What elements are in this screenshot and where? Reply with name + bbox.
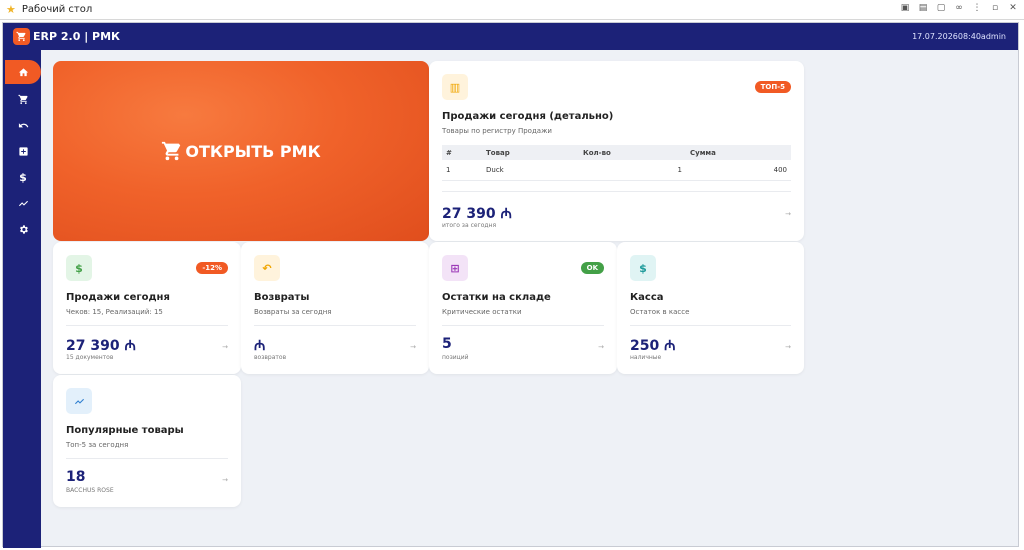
preview-icon[interactable]: ▢ (936, 3, 946, 13)
card-value: 27 390 ₼ (66, 338, 136, 354)
card-note: позиций (442, 354, 469, 361)
column-header: # (442, 145, 482, 160)
more-arrow-icon[interactable]: → (222, 343, 228, 351)
add-box-icon (18, 146, 28, 156)
divider (442, 191, 791, 192)
sidebar-item-home[interactable] (5, 60, 41, 84)
sales-table: # Товар Кол-во Сумма 1 Duck 1 400 (442, 145, 791, 181)
card-title: Продажи сегодня (66, 292, 170, 303)
undo-icon (18, 122, 28, 127)
print-icon[interactable]: ▤ (918, 3, 928, 13)
card-note: BACCHUS ROSE (66, 487, 114, 494)
card-value: 18 (66, 469, 86, 485)
card-subtitle: Топ-5 за сегодня (66, 441, 129, 449)
column-header: Кол-во (579, 145, 686, 160)
window-toolbar: ▣ ▤ ▢ ∞ ⋮ ▫ ✕ (900, 3, 1018, 13)
sidebar-item-add[interactable] (5, 139, 41, 163)
card-title: Продажи сегодня (детально) (442, 111, 614, 122)
row-number: 1 (442, 160, 482, 181)
sales-detail-card[interactable]: ▥ ТОП-5 Продажи сегодня (детально) Товар… (429, 61, 804, 241)
divider (66, 325, 228, 326)
more-arrow-icon[interactable]: → (785, 343, 791, 351)
app-frame: ERP 2.0 | РМК 17.07.202608:40admin $ ОТК… (2, 22, 1019, 548)
card-title: Остатки на складе (442, 292, 551, 303)
save-icon[interactable]: ▣ (900, 3, 910, 13)
row-qty: 1 (579, 160, 686, 181)
divider (442, 325, 604, 326)
app-header: ERP 2.0 | РМК 17.07.202608:40admin (3, 23, 1018, 50)
sidebar: $ (3, 50, 41, 548)
top5-badge: ТОП-5 (754, 81, 791, 93)
undo-icon: ↶ (254, 255, 280, 281)
more-arrow-icon[interactable]: → (410, 343, 416, 351)
more-arrow-icon[interactable]: → (598, 343, 604, 351)
card-value: 5 (442, 336, 452, 352)
cart-icon (17, 94, 28, 104)
card-value: 250 ₼ (630, 338, 676, 354)
card-subtitle: Чеков: 15, Реализаций: 15 (66, 308, 163, 316)
dollar-icon: $ (19, 170, 27, 184)
card-subtitle: Товары по регистру Продажи (442, 127, 552, 135)
card-note: наличные (630, 354, 662, 361)
card-subtitle: Остаток в кассе (630, 308, 690, 316)
column-header: Сумма (686, 145, 791, 160)
window-title-bar: ★ Рабочий стол ▣ ▤ ▢ ∞ ⋮ ▫ ✕ (0, 0, 1024, 20)
table-row[interactable]: 1 Duck 1 400 (442, 160, 791, 181)
restore-icon[interactable]: ▫ (990, 3, 1000, 13)
card-value: ₼ (254, 338, 266, 354)
card-note: 15 документов (66, 354, 114, 361)
cart-icon (162, 141, 181, 161)
row-item: Duck (482, 160, 579, 181)
column-header: Товар (482, 145, 579, 160)
sidebar-item-analytics[interactable] (5, 191, 41, 215)
more-arrow-icon[interactable]: → (785, 210, 791, 218)
more-arrow-icon[interactable]: → (222, 476, 228, 484)
app-title: ERP 2.0 | РМК (33, 30, 121, 43)
gear-icon (19, 224, 28, 234)
link-icon[interactable]: ∞ (954, 3, 964, 13)
row-sum: 400 (686, 160, 791, 181)
close-icon[interactable]: ✕ (1008, 3, 1018, 13)
user-info[interactable]: 17.07.202608:40admin (912, 32, 1006, 41)
status-badge: OK (580, 262, 604, 274)
card-title: Возвраты (254, 292, 310, 303)
change-badge: -12% (196, 262, 228, 274)
trend-icon (66, 388, 92, 414)
popular-products-card[interactable]: Популярные товары Топ-5 за сегодня 18 BA… (53, 375, 241, 507)
dollar-icon: $ (630, 255, 656, 281)
favorite-star-icon[interactable]: ★ (6, 3, 16, 16)
trend-icon (18, 200, 28, 206)
sidebar-item-returns[interactable] (5, 113, 41, 137)
sidebar-item-settings[interactable] (5, 217, 41, 241)
add-box-icon: ⊞ (442, 255, 468, 281)
dollar-icon: $ (66, 255, 92, 281)
divider (254, 325, 416, 326)
cash-card[interactable]: $ Касса Остаток в кассе 250 ₼ наличные → (617, 242, 804, 374)
returns-card[interactable]: ↶ Возвраты Возвраты за сегодня ₼ возврат… (241, 242, 429, 374)
table-header-row: # Товар Кол-во Сумма (442, 145, 791, 160)
divider (630, 325, 791, 326)
card-note: возвратов (254, 354, 287, 361)
total-note: итого за сегодня (442, 222, 497, 229)
total-value: 27 390 ₼ (442, 206, 512, 222)
home-icon (18, 67, 28, 76)
card-title: Популярные товары (66, 425, 184, 436)
chart-icon: ▥ (442, 74, 468, 100)
sidebar-item-cart[interactable] (5, 87, 41, 111)
open-pos-label: ОТКРЫТЬ РМК (185, 141, 321, 161)
card-title: Касса (630, 292, 664, 303)
divider (66, 458, 228, 459)
window-title: Рабочий стол (21, 4, 93, 15)
card-subtitle: Возвраты за сегодня (254, 308, 332, 316)
open-pos-button[interactable]: ОТКРЫТЬ РМК (53, 61, 429, 241)
stock-card[interactable]: ⊞ OK Остатки на складе Критические остат… (429, 242, 617, 374)
sales-today-card[interactable]: $ -12% Продажи сегодня Чеков: 15, Реализ… (53, 242, 241, 374)
sidebar-item-cash[interactable]: $ (5, 165, 41, 189)
more-vertical-icon[interactable]: ⋮ (972, 3, 982, 13)
cart-logo-icon (13, 28, 30, 45)
card-subtitle: Критические остатки (442, 308, 522, 316)
